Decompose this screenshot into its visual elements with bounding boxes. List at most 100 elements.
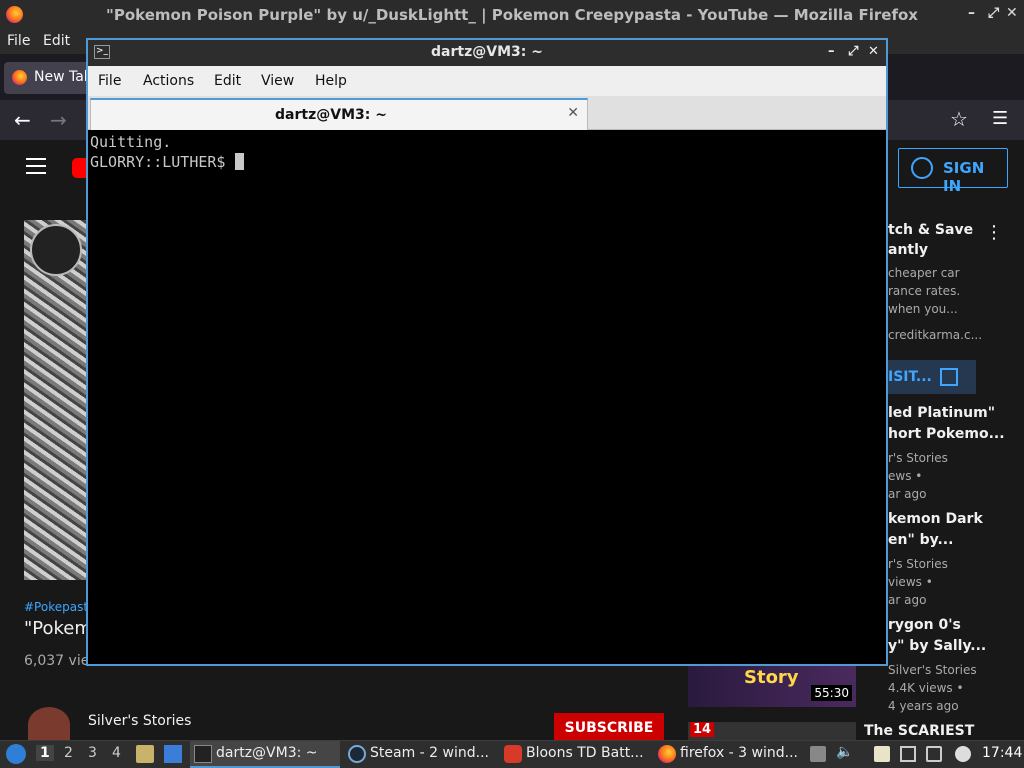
volume-icon[interactable]: 🔈	[836, 744, 853, 760]
task-label: dartz@VM3: ~	[216, 745, 318, 761]
ad-domain: creditkarma.c...	[888, 328, 983, 342]
sidebar-video-title: en" by...	[888, 532, 954, 548]
firefox-window-title: "Pokemon Poison Purple" by u/_DuskLightt…	[106, 6, 918, 24]
sidebar-video-title[interactable]: The SCARIEST	[864, 723, 974, 739]
workspace-2[interactable]: 2	[64, 745, 73, 761]
sidebar-video-meta: r's Stories	[888, 451, 948, 465]
video-title: "Pokem	[24, 618, 92, 639]
menu-file[interactable]: File	[98, 73, 121, 89]
workspace-3[interactable]: 3	[88, 745, 97, 761]
terminal-line: Quitting.	[90, 133, 172, 151]
start-menu-icon[interactable]	[6, 744, 26, 764]
channel-name[interactable]: Silver's Stories	[88, 713, 191, 729]
maximize-icon[interactable]: ⤢	[988, 5, 999, 21]
terminal-icon	[194, 745, 212, 763]
subscribe-button[interactable]: SUBSCRIBE	[554, 713, 664, 743]
thumbnail-number: 14	[690, 722, 715, 737]
menu-view[interactable]: View	[261, 73, 294, 89]
video-player[interactable]	[24, 220, 90, 580]
sidebar-video-meta: Silver's Stories	[888, 663, 977, 677]
menu-edit[interactable]: Edit	[43, 33, 70, 49]
task-terminal[interactable]: dartz@VM3: ~	[190, 741, 340, 768]
terminal-menubar: File Actions Edit View Help	[88, 66, 886, 96]
task-firefox[interactable]: firefox - 3 wind...	[654, 741, 804, 768]
sidebar-video-meta: 4.4K views •	[888, 681, 964, 695]
firefox-icon	[6, 6, 23, 23]
sidebar-video-thumbnail[interactable]: Story 55:30	[688, 665, 856, 707]
steam-icon	[348, 745, 366, 763]
menu-actions[interactable]: Actions	[143, 73, 194, 89]
sidebar-video-title: led Platinum"	[888, 405, 996, 421]
close-icon[interactable]: ✕	[868, 44, 879, 59]
sidebar-video-title: rygon 0's	[888, 617, 961, 633]
workspace-4[interactable]: 4	[112, 745, 121, 761]
bookmark-star-icon[interactable]: ☆	[950, 107, 968, 131]
maximize-icon[interactable]: ⤢	[848, 44, 858, 59]
sign-in-button[interactable]: SIGN IN	[898, 148, 1008, 195]
task-label: Bloons TD Batt...	[526, 745, 644, 761]
display-icon[interactable]	[900, 746, 916, 762]
video-duration: 55:30	[811, 685, 852, 701]
task-bloons[interactable]: Bloons TD Batt...	[500, 741, 652, 768]
firefox-titlebar[interactable]: "Pokemon Poison Purple" by u/_DuskLightt…	[0, 0, 1024, 30]
visit-site-button[interactable]: ISIT...	[888, 360, 976, 394]
sidebar-video-meta: r's Stories	[888, 557, 948, 571]
sidebar-video[interactable]: kemon Dark en" by... r's Stories views •…	[888, 509, 1024, 609]
channel-watermark-icon	[30, 224, 82, 276]
sidebar-video-meta: ar ago	[888, 593, 927, 607]
menu-help[interactable]: Help	[315, 73, 347, 89]
sidebar-video-title: kemon Dark	[888, 511, 983, 527]
youtube-menu-icon[interactable]	[26, 158, 46, 174]
workspace-1[interactable]: 1	[36, 745, 54, 761]
ad-desc-line: rance rates.	[888, 284, 961, 298]
clipboard-icon[interactable]	[810, 746, 826, 762]
ad-card[interactable]: tch & Save antly cheaper car rance rates…	[888, 220, 1024, 344]
hamburger-menu-icon[interactable]: ☰	[992, 108, 1008, 129]
clock[interactable]: 17:44	[982, 745, 1022, 761]
minimize-icon[interactable]: –	[828, 44, 835, 59]
ad-title-line: antly	[888, 242, 929, 258]
terminal-tabbar: dartz@VM3: ~ ✕	[88, 96, 886, 130]
terminal-titlebar[interactable]: >_ dartz@VM3: ~ – ⤢ ✕	[88, 40, 886, 66]
close-tab-icon[interactable]: ✕	[567, 105, 579, 121]
external-link-icon	[940, 368, 958, 386]
sidebar-video-meta: views •	[888, 575, 933, 589]
network-icon[interactable]	[926, 746, 942, 762]
back-arrow-icon[interactable]: ←	[14, 108, 31, 132]
close-icon[interactable]: ✕	[1006, 5, 1018, 21]
sidebar-video-title: hort Pokemo...	[888, 426, 1005, 442]
terminal-prompt-line: GLORRY::LUTHER$	[90, 152, 884, 172]
steam-tray-icon[interactable]	[955, 746, 971, 762]
terminal-tab-label: dartz@VM3: ~	[275, 107, 387, 123]
sidebar-video[interactable]: rygon 0's y" by Sally... Silver's Storie…	[888, 615, 1024, 715]
minimize-icon[interactable]: –	[968, 5, 975, 21]
ad-desc-line: cheaper car	[888, 266, 960, 280]
terminal-output[interactable]: Quitting. GLORRY::LUTHER$	[88, 130, 886, 664]
terminal-window[interactable]: >_ dartz@VM3: ~ – ⤢ ✕ File Actions Edit …	[86, 38, 888, 666]
visit-label: ISIT...	[888, 369, 932, 385]
terminal-window-title: dartz@VM3: ~	[431, 44, 543, 60]
firefox-tab-icon	[12, 70, 27, 85]
taskbar: 1 2 3 4 dartz@VM3: ~ Steam - 2 wind... B…	[0, 740, 1024, 768]
forward-arrow-icon[interactable]: →	[50, 108, 67, 132]
notes-icon[interactable]	[874, 746, 890, 762]
cursor-icon	[234, 153, 244, 170]
sidebar-video-title: y" by Sally...	[888, 638, 987, 654]
task-label: Steam - 2 wind...	[370, 745, 489, 761]
sidebar-video-meta: 4 years ago	[888, 699, 959, 713]
menu-file[interactable]: File	[7, 33, 30, 49]
file-manager-icon[interactable]	[136, 745, 154, 763]
sidebar-video-thumbnail[interactable]: 14	[688, 722, 856, 742]
menu-edit[interactable]: Edit	[214, 73, 241, 89]
video-hashtag[interactable]: #Pokepasta	[24, 600, 95, 614]
more-options-icon[interactable]: ⋮	[985, 222, 1003, 243]
task-steam[interactable]: Steam - 2 wind...	[344, 741, 496, 768]
show-desktop-icon[interactable]	[164, 745, 182, 763]
channel-avatar[interactable]	[28, 707, 70, 742]
sidebar-video-meta: ar ago	[888, 487, 927, 501]
sign-in-label: SIGN IN	[943, 159, 985, 195]
bloons-icon	[504, 745, 522, 763]
ad-title-line: tch & Save	[888, 222, 974, 238]
sidebar-video[interactable]: led Platinum" hort Pokemo... r's Stories…	[888, 403, 1024, 503]
terminal-tab[interactable]: dartz@VM3: ~ ✕	[90, 98, 588, 130]
